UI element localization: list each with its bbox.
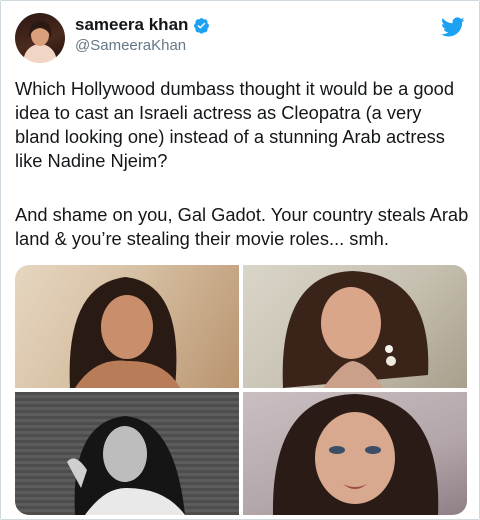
display-name-row: sameera khan [75, 15, 210, 35]
twitter-bird-icon[interactable] [441, 15, 465, 39]
display-name[interactable]: sameera khan [75, 15, 188, 35]
verified-badge-icon [193, 17, 210, 34]
avatar[interactable] [15, 13, 65, 63]
photo-2[interactable] [243, 265, 467, 388]
tweet-text-paragraph-1: Which Hollywood dumbass thought it would… [15, 78, 460, 171]
tweet-text-paragraph-2: And shame on you, Gal Gadot. Your countr… [15, 204, 474, 249]
tweet-card: sameera khan @SameeraKhan Which Hollywoo… [0, 0, 480, 520]
photo-4[interactable] [243, 392, 467, 515]
photo-grid [15, 265, 467, 515]
photo-3-portrait [15, 392, 239, 515]
photo-3[interactable] [15, 392, 239, 515]
photo-4-portrait [272, 394, 439, 515]
photo-2-portrait [282, 271, 429, 388]
photo-1[interactable] [15, 265, 239, 388]
user-handle[interactable]: @SameeraKhan [75, 37, 186, 54]
photo-1-portrait [69, 277, 180, 388]
avatar-portrait [25, 21, 55, 63]
